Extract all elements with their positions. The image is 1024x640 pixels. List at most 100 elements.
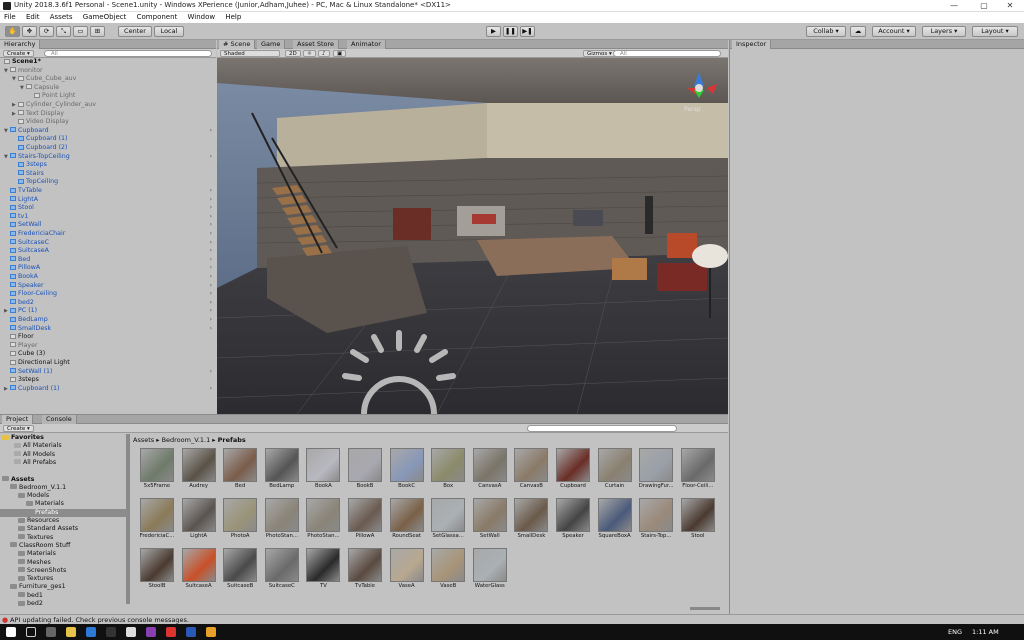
- shading-dropdown[interactable]: Shaded: [220, 50, 280, 57]
- asset-item[interactable]: SetGlassa...: [428, 498, 468, 548]
- tree-section-header[interactable]: Assets: [0, 476, 126, 485]
- prefab-chevron-icon[interactable]: ›: [210, 316, 212, 325]
- hierarchy-item[interactable]: ▶ PC (1) ›: [0, 307, 216, 316]
- asset-item[interactable]: Bed: [220, 448, 260, 498]
- tree-folder[interactable]: Resources: [0, 517, 126, 526]
- tab-game[interactable]: Game: [257, 40, 286, 49]
- expand-arrow-icon[interactable]: ▼: [12, 75, 16, 84]
- breadcrumb-bedroom[interactable]: Bedroom_V.1.1: [162, 436, 211, 444]
- account-dropdown[interactable]: Account ▾: [872, 26, 916, 37]
- hierarchy-item[interactable]: SuitcaseA ›: [0, 247, 216, 256]
- asset-item[interactable]: TvTable: [345, 548, 385, 598]
- folder-icon[interactable]: [206, 627, 216, 637]
- prefab-chevron-icon[interactable]: ›: [210, 264, 212, 273]
- clock[interactable]: 1:11 AM: [972, 628, 999, 636]
- asset-item[interactable]: SuitcaseA: [179, 548, 219, 598]
- prefab-chevron-icon[interactable]: ›: [210, 273, 212, 282]
- hierarchy-item[interactable]: 3steps: [0, 161, 216, 170]
- search-icon[interactable]: [26, 627, 36, 637]
- project-search-input[interactable]: [527, 425, 677, 432]
- tree-folder[interactable]: Materials: [0, 550, 126, 559]
- store-icon[interactable]: [106, 627, 116, 637]
- asset-item[interactable]: SuitcaseC: [262, 548, 302, 598]
- hierarchy-item[interactable]: Cube (3): [0, 350, 216, 359]
- hierarchy-item[interactable]: ▶ Cupboard (1) ›: [0, 385, 216, 394]
- asset-item[interactable]: TV: [303, 548, 343, 598]
- rect-tool-icon[interactable]: ▭: [73, 26, 88, 37]
- prefab-chevron-icon[interactable]: ›: [210, 213, 212, 222]
- asset-item[interactable]: PillowA: [345, 498, 385, 548]
- expand-arrow-icon[interactable]: ▼: [4, 153, 8, 162]
- hierarchy-item[interactable]: Point Light: [0, 92, 216, 101]
- 2d-toggle[interactable]: 2D: [285, 50, 301, 57]
- project-create-button[interactable]: Create ▾: [3, 425, 34, 432]
- hierarchy-item[interactable]: BookA ›: [0, 273, 216, 282]
- tab-project[interactable]: Project: [2, 415, 34, 424]
- cloud-icon[interactable]: ☁: [850, 26, 866, 37]
- hierarchy-item[interactable]: FredericiaChair ›: [0, 230, 216, 239]
- hierarchy-item[interactable]: 3steps: [0, 376, 216, 385]
- asset-item[interactable]: Floor-Ceili...: [678, 448, 718, 498]
- scene-viewport[interactable]: Persp: [217, 58, 728, 414]
- prefab-chevron-icon[interactable]: ›: [210, 307, 212, 316]
- expand-arrow-icon[interactable]: ▶: [4, 385, 8, 394]
- menu-file[interactable]: File: [0, 12, 20, 23]
- pivot-local-button[interactable]: Local: [154, 26, 184, 37]
- step-button[interactable]: ▶❚: [520, 26, 535, 37]
- asset-item[interactable]: BookB: [345, 448, 385, 498]
- asset-item[interactable]: Audrey: [179, 448, 219, 498]
- prefab-chevron-icon[interactable]: ›: [210, 204, 212, 213]
- status-message[interactable]: API updating failed. Check previous cons…: [10, 616, 189, 624]
- tree-folder[interactable]: Standard Assets: [0, 525, 126, 534]
- hierarchy-item[interactable]: ▼ monitor: [0, 67, 216, 76]
- pause-button[interactable]: ❚❚: [503, 26, 518, 37]
- prefab-chevron-icon[interactable]: ›: [210, 153, 212, 162]
- menu-gameobject[interactable]: GameObject: [79, 12, 131, 23]
- hierarchy-item[interactable]: Video Display: [0, 118, 216, 127]
- hierarchy-item[interactable]: TopCeiling: [0, 178, 216, 187]
- hierarchy-item[interactable]: LightA ›: [0, 196, 216, 205]
- hierarchy-item[interactable]: Floor: [0, 333, 216, 342]
- scale-tool-icon[interactable]: ⤡: [56, 26, 71, 37]
- tab-console[interactable]: Console: [42, 415, 77, 424]
- hierarchy-item[interactable]: Cupboard (1): [0, 135, 216, 144]
- asset-item[interactable]: PhotoStan...: [262, 498, 302, 548]
- hierarchy-item[interactable]: Speaker ›: [0, 282, 216, 291]
- hand-tool-icon[interactable]: ✋: [5, 26, 20, 37]
- task-view-icon[interactable]: [46, 627, 56, 637]
- prefab-chevron-icon[interactable]: ›: [210, 368, 212, 377]
- tree-folder[interactable]: ClassRoom Stuff: [0, 542, 126, 551]
- tree-folder[interactable]: All Prefabs: [0, 459, 126, 468]
- tab-asset-store[interactable]: Asset Store: [293, 40, 340, 49]
- asset-item[interactable]: VaseA: [387, 548, 427, 598]
- layers-dropdown[interactable]: Layers ▾: [922, 26, 966, 37]
- tree-scrollbar[interactable]: [126, 434, 130, 604]
- tree-folder[interactable]: All Materials: [0, 442, 126, 451]
- hierarchy-item[interactable]: Bed ›: [0, 256, 216, 265]
- hierarchy-item[interactable]: tv1 ›: [0, 213, 216, 222]
- expand-arrow-icon[interactable]: ▼: [20, 84, 24, 93]
- chrome-icon[interactable]: [166, 627, 176, 637]
- asset-item[interactable]: CanvasB: [511, 448, 551, 498]
- hierarchy-item[interactable]: SmallDesk ›: [0, 325, 216, 334]
- asset-item[interactable]: WaterGlass: [470, 548, 510, 598]
- tree-folder[interactable]: Meshes: [0, 559, 126, 568]
- prefab-chevron-icon[interactable]: ›: [210, 187, 212, 196]
- transform-tool-icon[interactable]: ⊞: [90, 26, 105, 37]
- hierarchy-search-input[interactable]: All: [44, 50, 212, 57]
- asset-item[interactable]: VaseB: [428, 548, 468, 598]
- hierarchy-item[interactable]: PillowA ›: [0, 264, 216, 273]
- prefab-chevron-icon[interactable]: ›: [210, 247, 212, 256]
- asset-item[interactable]: RoundSeat: [387, 498, 427, 548]
- prefab-chevron-icon[interactable]: ›: [210, 239, 212, 248]
- hierarchy-item[interactable]: SuitcaseC ›: [0, 239, 216, 248]
- hierarchy-item[interactable]: BedLamp ›: [0, 316, 216, 325]
- hierarchy-item[interactable]: Stool ›: [0, 204, 216, 213]
- unity-taskbar-icon[interactable]: [126, 627, 136, 637]
- hierarchy-create-button[interactable]: Create ▾: [3, 50, 34, 57]
- breadcrumb-prefabs[interactable]: Prefabs: [218, 436, 246, 444]
- hierarchy-item[interactable]: ▼ Cupboard ›: [0, 127, 216, 136]
- prefab-chevron-icon[interactable]: ›: [210, 282, 212, 291]
- hierarchy-item[interactable]: Floor-Ceiling ›: [0, 290, 216, 299]
- tab-animator[interactable]: Animator: [347, 40, 386, 49]
